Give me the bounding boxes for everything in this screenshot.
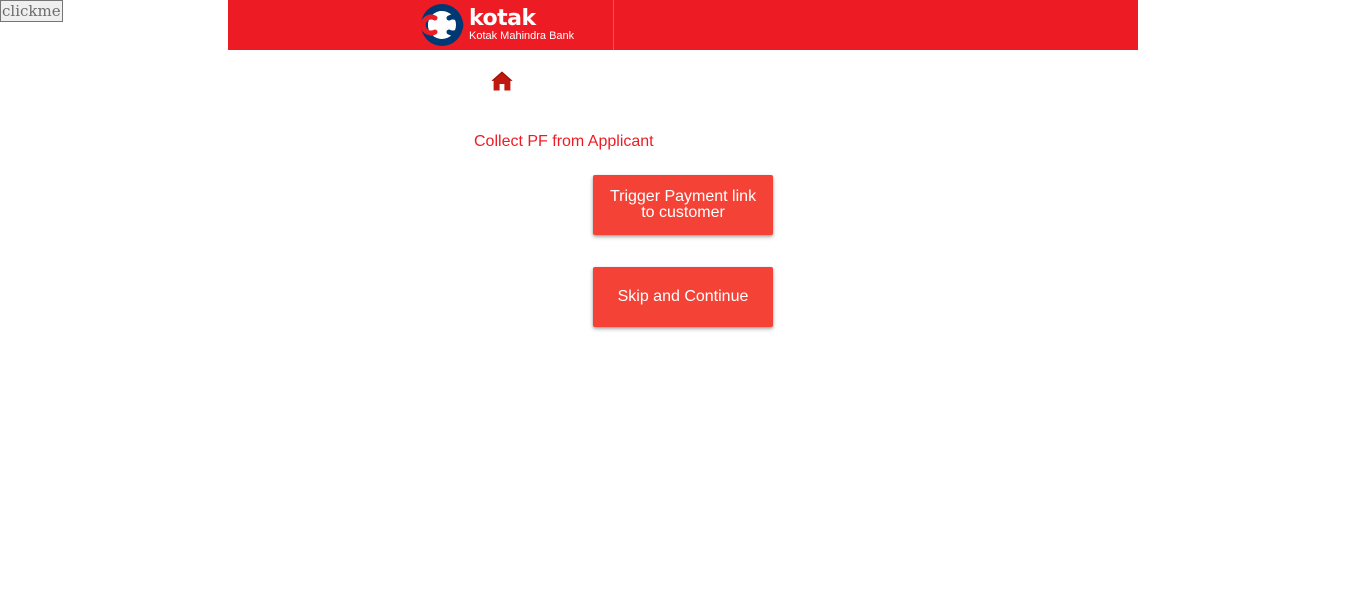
brand-subtitle: Kotak Mahindra Bank <box>469 29 575 42</box>
header-divider <box>613 0 614 50</box>
app-header: kotak Kotak Mahindra Bank <box>228 0 1138 50</box>
page-title: Collect PF from Applicant <box>474 133 654 150</box>
trigger-payment-link-button[interactable]: Trigger Payment link to customer <box>593 175 773 235</box>
home-icon[interactable] <box>490 69 514 93</box>
brand-name: kotak <box>469 5 536 31</box>
clickme-button[interactable]: clickme <box>0 0 63 22</box>
skip-and-continue-button[interactable]: Skip and Continue <box>593 267 773 327</box>
logo-text: kotak Kotak Mahindra Bank <box>469 5 575 43</box>
kotak-logo-icon <box>420 4 464 46</box>
kotak-logo[interactable]: kotak Kotak Mahindra Bank <box>420 3 574 47</box>
